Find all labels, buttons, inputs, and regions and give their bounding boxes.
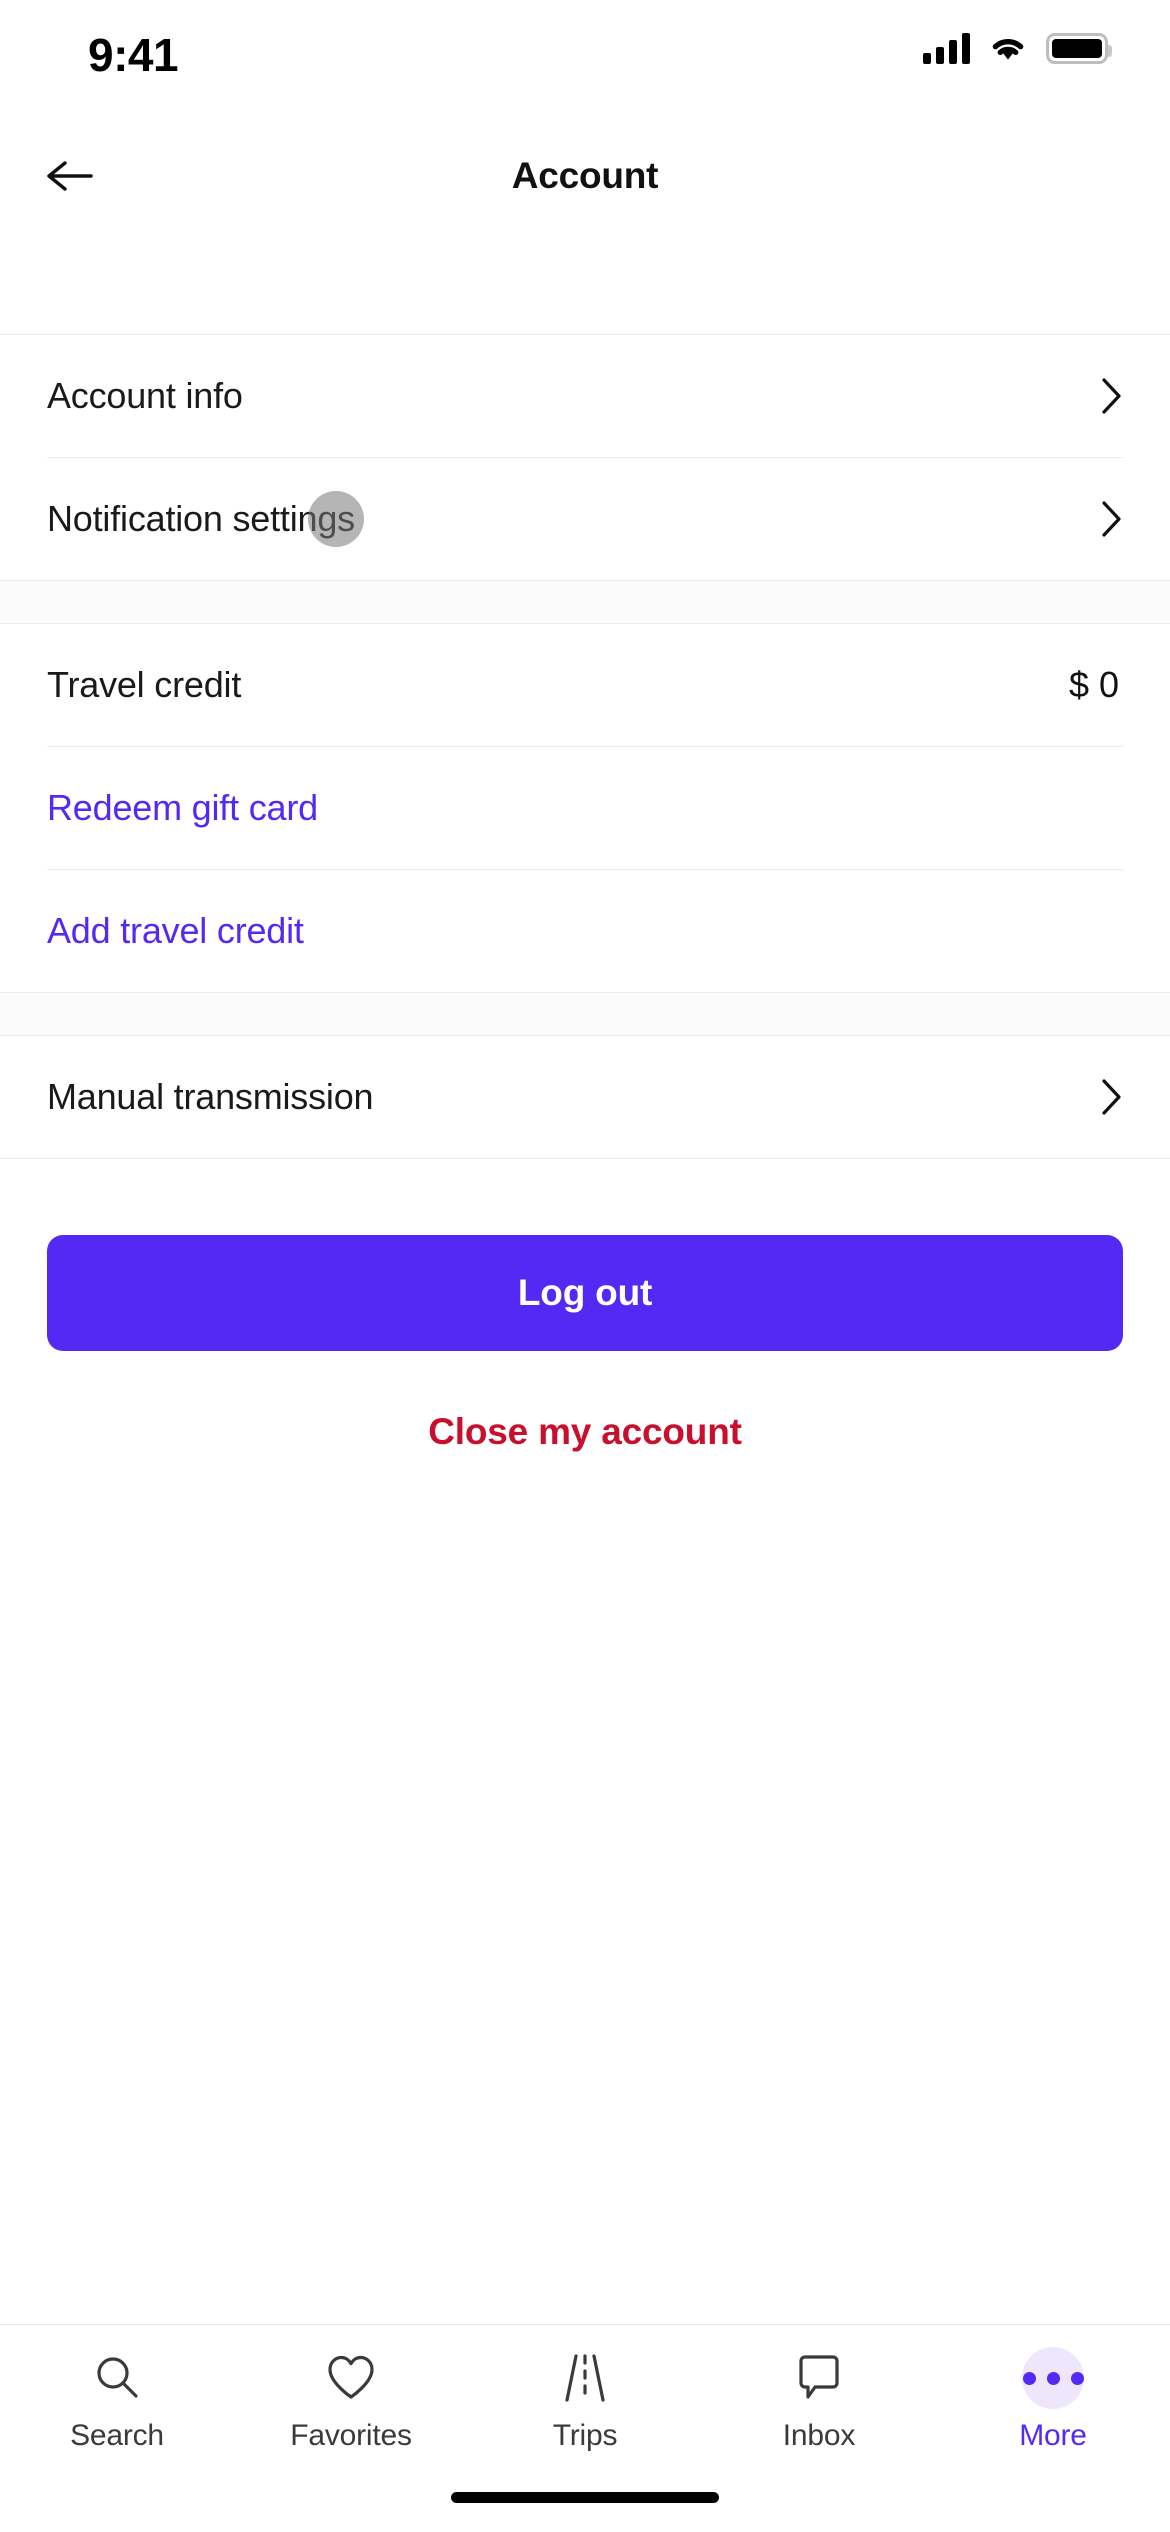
tab-search[interactable]: Search — [0, 2347, 234, 2453]
content-filler — [0, 1453, 1170, 2324]
chat-bubble-icon — [788, 2347, 850, 2409]
bottom-tab-bar: Search Favorites Trips Inbox More — [0, 2324, 1170, 2486]
chevron-right-icon — [1102, 501, 1121, 537]
row-label: Travel credit — [47, 664, 242, 705]
page-title: Account — [511, 155, 659, 196]
chevron-right-icon — [1102, 1079, 1121, 1115]
status-bar-indicators — [923, 32, 1112, 64]
status-bar: 9:41 — [0, 0, 1170, 120]
row-travel-credit: Travel credit $ 0 — [0, 644, 1170, 726]
row-wrapper: Redeem gift card — [0, 747, 1170, 869]
row-label: Manual transmission — [47, 1076, 374, 1117]
arrow-left-icon — [47, 161, 93, 191]
row-account-info[interactable]: Account info — [0, 355, 1170, 437]
row-add-travel-credit[interactable]: Add travel credit — [0, 890, 1170, 972]
road-icon — [554, 2347, 616, 2409]
battery-icon — [1046, 32, 1112, 64]
tab-label: Favorites — [290, 2419, 412, 2452]
ellipsis-icon — [1022, 2347, 1084, 2409]
row-wrapper: Account info — [0, 335, 1170, 457]
home-indicator-area — [0, 2486, 1170, 2532]
tab-label: Inbox — [782, 2419, 856, 2452]
section-gap — [0, 992, 1170, 1036]
row-label: Redeem gift card — [47, 787, 318, 828]
row-wrapper: Notification settings — [0, 458, 1170, 580]
header-spacer — [0, 232, 1170, 334]
back-button[interactable] — [38, 145, 100, 207]
tab-label: Trips — [552, 2419, 618, 2452]
row-wrapper: Travel credit $ 0 — [0, 624, 1170, 746]
heart-icon — [320, 2347, 382, 2409]
account-section: Account info Notification settings — [0, 335, 1170, 580]
row-manual-transmission[interactable]: Manual transmission — [0, 1056, 1170, 1138]
row-label: Account info — [47, 375, 243, 416]
travel-credit-value: $ 0 — [1068, 664, 1119, 705]
tab-inbox[interactable]: Inbox — [702, 2347, 936, 2453]
vehicle-section: Manual transmission — [0, 1036, 1170, 1158]
close-account-button[interactable]: Close my account — [47, 1411, 1123, 1453]
tab-more[interactable]: More — [936, 2347, 1170, 2453]
row-wrapper: Add travel credit — [0, 870, 1170, 992]
row-label: Notification settings — [47, 498, 355, 539]
row-redeem-gift-card[interactable]: Redeem gift card — [0, 767, 1170, 849]
row-notification-settings[interactable]: Notification settings — [0, 478, 1170, 560]
tab-label: More — [1019, 2419, 1087, 2452]
section-gap — [0, 580, 1170, 624]
chevron-right-icon — [1102, 378, 1121, 414]
row-wrapper: Manual transmission — [0, 1036, 1170, 1158]
magnifier-icon — [86, 2347, 148, 2409]
wifi-icon — [992, 38, 1024, 60]
app-screen: 9:41 Account Account info Notification s… — [0, 0, 1170, 2532]
row-label: Add travel credit — [47, 910, 304, 951]
actions-area: Log out Close my account — [0, 1159, 1170, 1453]
ellipsis-dots — [1022, 2371, 1084, 2385]
navigation-header: Account — [0, 120, 1170, 232]
credit-section: Travel credit $ 0 Redeem gift card Add t… — [0, 624, 1170, 992]
home-indicator[interactable] — [451, 2492, 719, 2503]
logout-button[interactable]: Log out — [47, 1235, 1123, 1351]
tab-favorites[interactable]: Favorites — [234, 2347, 468, 2453]
status-bar-time: 9:41 — [88, 29, 179, 81]
tab-trips[interactable]: Trips — [468, 2347, 702, 2453]
tab-label: Search — [70, 2419, 164, 2452]
cellular-signal-icon — [923, 32, 970, 64]
